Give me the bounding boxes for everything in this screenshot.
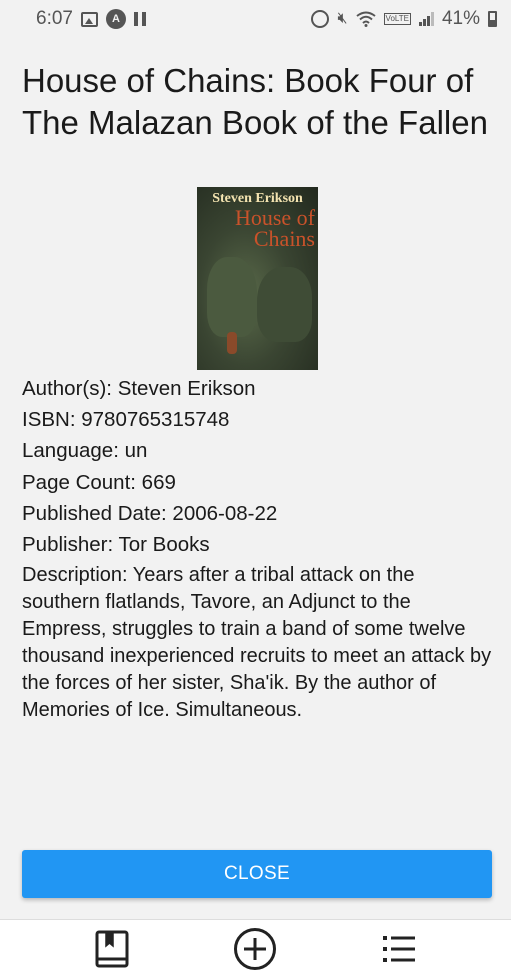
cover-title-text: House of Chains xyxy=(234,205,315,251)
status-bar: 6:07 A 🔇︎ VoLTE 41% xyxy=(0,0,511,38)
wifi-icon xyxy=(355,11,376,27)
detail-isbn: ISBN: 9780765315748 xyxy=(22,408,230,432)
detail-page-count: Page Count: 669 xyxy=(22,470,176,494)
detail-published-date: Published Date: 2006-08-22 xyxy=(22,501,278,525)
close-button[interactable]: CLOSE xyxy=(22,850,492,898)
signal-icon xyxy=(418,12,434,26)
detail-description: Description: Years after a tribal attack… xyxy=(22,564,492,722)
book-cover-image: Steven Erikson House of Chains xyxy=(197,187,318,370)
image-icon xyxy=(80,11,98,27)
add-circle-icon xyxy=(234,927,277,970)
alarm-icon xyxy=(311,10,330,28)
nav-item-library[interactable] xyxy=(82,920,142,977)
bottom-nav xyxy=(0,919,511,977)
detail-authors: Author(s): Steven Erikson xyxy=(22,377,256,400)
cover-figure xyxy=(257,267,312,342)
a-circle-icon: A xyxy=(105,9,126,29)
nav-item-list[interactable] xyxy=(369,920,429,977)
status-left: 6:07 A xyxy=(36,8,146,30)
cover-figure xyxy=(227,332,237,354)
book-details: Author(s): Steven Erikson ISBN: 97807653… xyxy=(22,373,492,724)
volte-icon: VoLTE xyxy=(383,13,411,25)
book-title: House of Chains: Book Four of The Malaza… xyxy=(22,62,488,141)
battery-icon xyxy=(488,11,497,27)
battery-percent: 41% xyxy=(441,8,480,29)
mute-icon: 🔇︎ xyxy=(337,10,348,27)
status-right: 🔇︎ VoLTE 41% xyxy=(311,8,497,30)
detail-publisher: Publisher: Tor Books xyxy=(22,533,210,557)
nav-item-add[interactable] xyxy=(225,920,285,977)
status-time: 6:07 xyxy=(36,8,73,29)
cover-figure xyxy=(207,257,257,337)
detail-language: Language: un xyxy=(22,439,148,463)
pause-icon xyxy=(133,12,146,26)
list-icon xyxy=(383,935,416,962)
book-icon xyxy=(95,930,129,967)
